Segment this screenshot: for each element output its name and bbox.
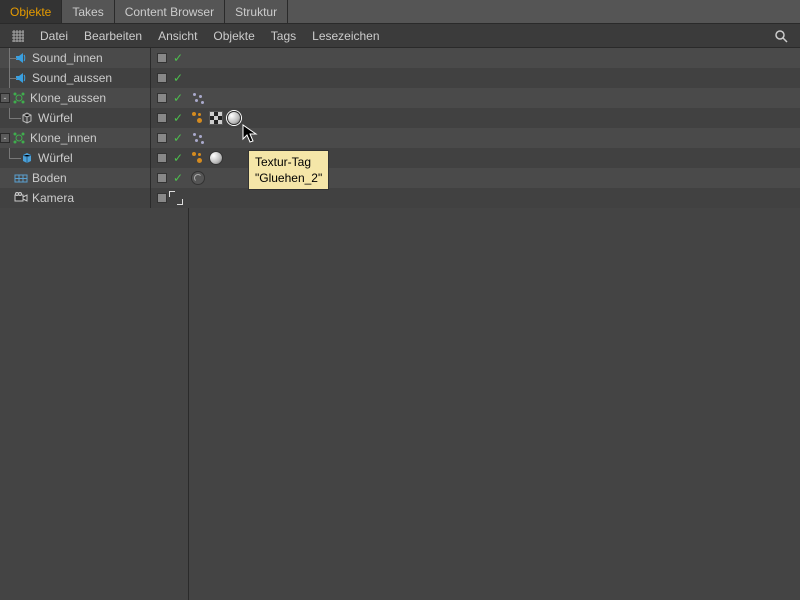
cursor-icon	[242, 124, 258, 144]
enabled-check-icon[interactable]: ✓	[173, 172, 183, 184]
menu-objekte[interactable]: Objekte	[205, 24, 262, 47]
enabled-check-icon[interactable]: ✓	[173, 92, 183, 104]
effector-tag-icon[interactable]	[191, 91, 205, 105]
tab-struktur[interactable]: Struktur	[225, 0, 288, 23]
cube-icon	[20, 151, 34, 165]
menu-datei[interactable]: Datei	[32, 24, 76, 47]
selection-tag-icon[interactable]	[191, 151, 205, 165]
tree-collapse-icon[interactable]: -	[0, 93, 10, 103]
object-row[interactable]: Boden ✓	[0, 168, 800, 188]
layer-visibility-icon[interactable]	[157, 93, 167, 103]
layer-visibility-icon[interactable]	[157, 193, 167, 203]
compositing-tag-icon[interactable]	[191, 171, 205, 185]
tooltip-line: "Gluehen_2"	[255, 170, 322, 186]
menu-bearbeiten[interactable]: Bearbeiten	[76, 24, 150, 47]
object-label: Würfel	[38, 111, 73, 125]
menu-bar: Datei Bearbeiten Ansicht Objekte Tags Le…	[0, 24, 800, 48]
tab-content-browser[interactable]: Content Browser	[115, 0, 225, 23]
tooltip-line: Textur-Tag	[255, 154, 322, 170]
effector-tag-icon[interactable]	[191, 131, 205, 145]
cloner-icon	[12, 131, 26, 145]
selection-tag-icon[interactable]	[191, 111, 205, 125]
object-label: Kamera	[32, 191, 74, 205]
cube-icon	[20, 111, 34, 125]
object-row[interactable]: - Klone_aussen ✓	[0, 88, 800, 108]
enabled-check-icon[interactable]: ✓	[173, 152, 183, 164]
camera-icon	[14, 191, 28, 205]
layer-visibility-icon[interactable]	[157, 153, 167, 163]
layer-visibility-icon[interactable]	[157, 53, 167, 63]
object-label: Boden	[32, 171, 67, 185]
object-label: Sound_innen	[32, 51, 103, 65]
object-row[interactable]: Würfel ✓	[0, 148, 800, 168]
object-label: Würfel	[38, 151, 73, 165]
tree-collapse-icon[interactable]: -	[0, 133, 10, 143]
panel-tabs: Objekte Takes Content Browser Struktur	[0, 0, 800, 24]
object-label: Sound_aussen	[32, 71, 112, 85]
floor-icon	[14, 171, 28, 185]
layer-visibility-icon[interactable]	[157, 133, 167, 143]
viewport-tag-icon[interactable]	[169, 191, 183, 205]
texture-tag-icon[interactable]	[209, 151, 223, 165]
search-icon[interactable]	[766, 24, 796, 47]
menu-lesezeichen[interactable]: Lesezeichen	[304, 24, 387, 47]
object-label: Klone_aussen	[30, 91, 106, 105]
enabled-check-icon[interactable]: ✓	[173, 112, 183, 124]
object-manager: Sound_innen ✓ Sound_aussen ✓ -	[0, 48, 800, 600]
object-row[interactable]: Würfel ✓	[0, 108, 800, 128]
object-row[interactable]: - Klone_innen ✓	[0, 128, 800, 148]
layer-visibility-icon[interactable]	[157, 173, 167, 183]
object-row[interactable]: Sound_aussen ✓	[0, 68, 800, 88]
cloner-icon	[12, 91, 26, 105]
layer-visibility-icon[interactable]	[157, 73, 167, 83]
object-row[interactable]: Kamera	[0, 188, 800, 208]
panel-options-icon[interactable]	[4, 24, 32, 47]
tab-objekte[interactable]: Objekte	[0, 0, 62, 23]
object-row[interactable]: Sound_innen ✓	[0, 48, 800, 68]
enabled-check-icon[interactable]: ✓	[173, 72, 183, 84]
enabled-check-icon[interactable]: ✓	[173, 52, 183, 64]
enabled-check-icon[interactable]: ✓	[173, 132, 183, 144]
menu-ansicht[interactable]: Ansicht	[150, 24, 205, 47]
layer-visibility-icon[interactable]	[157, 113, 167, 123]
tooltip: Textur-Tag "Gluehen_2"	[248, 150, 329, 190]
tab-takes[interactable]: Takes	[62, 0, 114, 23]
menu-tags[interactable]: Tags	[263, 24, 304, 47]
object-label: Klone_innen	[30, 131, 97, 145]
texture-tag-icon[interactable]	[209, 111, 223, 125]
texture-tag-icon[interactable]	[227, 111, 241, 125]
